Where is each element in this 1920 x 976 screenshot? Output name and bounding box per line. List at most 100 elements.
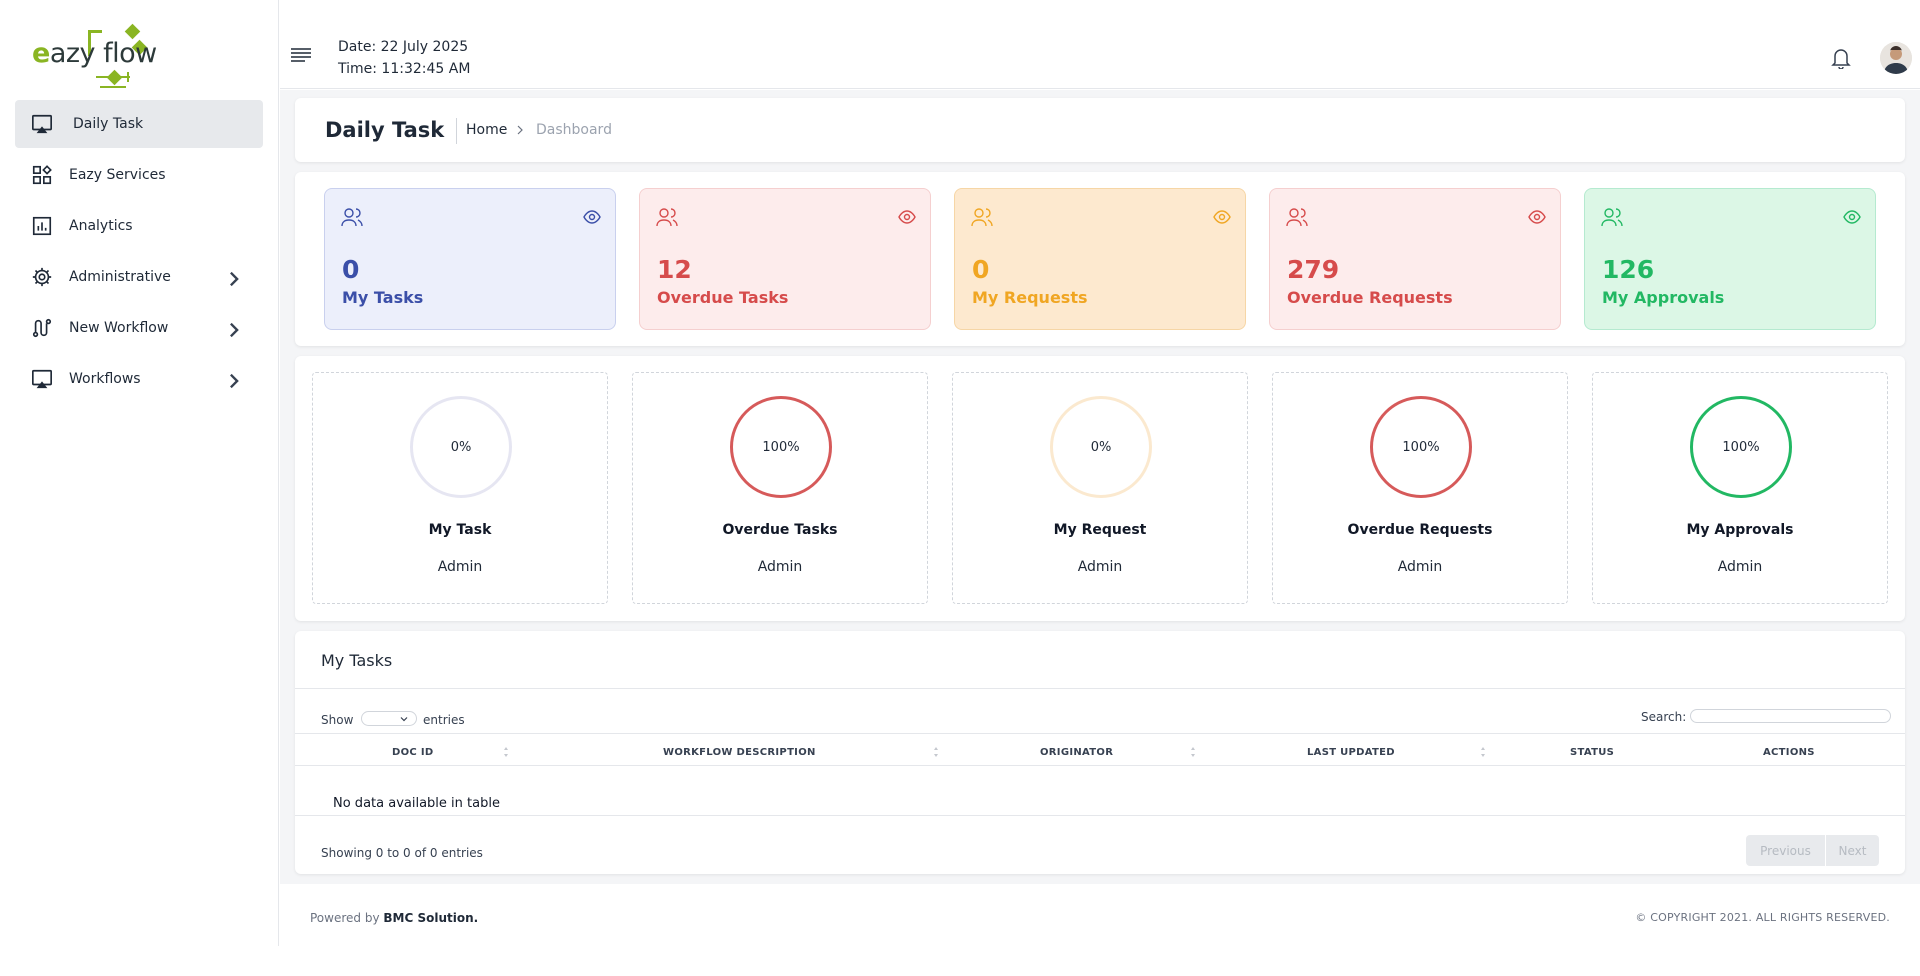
eye-icon[interactable] — [898, 209, 916, 225]
column-header-doc-id[interactable]: DOC ID — [392, 747, 433, 758]
avatar[interactable] — [1880, 42, 1912, 74]
progress-title: Overdue Requests — [1347, 522, 1493, 538]
sidebar-item-workflows[interactable]: Workflows — [15, 355, 263, 403]
show-label: Show — [321, 713, 354, 727]
progress-card-my-task: 0% My Task Admin — [312, 372, 608, 604]
progress-card-my-request: 0% My Request Admin — [952, 372, 1248, 604]
column-header-workflow-description[interactable]: WORKFLOW DESCRIPTION — [663, 747, 816, 758]
stat-label: Overdue Requests — [1287, 288, 1453, 307]
date-text: Date: 22 July 2025 — [338, 39, 469, 55]
progress-card-overdue-requests: 100% Overdue Requests Admin — [1272, 372, 1568, 604]
time-text: Time: 11:32:45 AM — [338, 61, 471, 77]
column-header-last-updated[interactable]: LAST UPDATED — [1307, 747, 1395, 758]
progress-ring: 0% — [410, 396, 512, 498]
empty-table-message: No data available in table — [333, 796, 500, 811]
stat-card-my-requests[interactable]: 0 My Requests — [954, 188, 1246, 330]
progress-owner: Admin — [757, 559, 803, 575]
sort-icon[interactable] — [1190, 745, 1196, 759]
users-icon — [1601, 208, 1623, 227]
entries-select[interactable] — [361, 711, 417, 726]
progress-card-overdue-tasks: 100% Overdue Tasks Admin — [632, 372, 928, 604]
progress-panel: 0% My Task Admin 100% Overdue Tasks Admi… — [295, 356, 1905, 621]
sidebar-item-administrative[interactable]: Administrative — [15, 253, 263, 301]
search-label: Search: — [1641, 710, 1687, 724]
stat-card-my-tasks[interactable]: 0 My Tasks — [324, 188, 616, 330]
breadcrumb-current: Dashboard — [536, 122, 612, 138]
sidebar: eazy flow Daily Task Eazy Services Analy… — [0, 0, 279, 946]
sort-icon[interactable] — [1480, 745, 1486, 759]
eye-icon[interactable] — [1528, 209, 1546, 225]
chevron-right-icon — [230, 322, 239, 338]
sidebar-item-new-workflow[interactable]: New Workflow — [15, 304, 263, 352]
sidebar-item-label: Workflows — [69, 371, 141, 387]
column-header-originator[interactable]: ORIGINATOR — [1040, 747, 1113, 758]
table-title: My Tasks — [321, 651, 393, 670]
breadcrumb-home[interactable]: Home — [466, 122, 507, 138]
progress-owner: Admin — [1077, 559, 1123, 575]
sidebar-item-analytics[interactable]: Analytics — [15, 202, 263, 250]
stat-card-overdue-requests[interactable]: 279 Overdue Requests — [1269, 188, 1561, 330]
progress-owner: Admin — [437, 559, 483, 575]
gear-icon — [32, 267, 52, 287]
date-time: Date: 22 July 2025 Time: 11:32:45 AM — [338, 36, 470, 80]
chart-icon — [32, 216, 52, 236]
sidebar-item-label: New Workflow — [69, 320, 169, 336]
users-icon — [656, 208, 678, 227]
next-button[interactable]: Next — [1825, 835, 1879, 866]
search-input[interactable] — [1690, 709, 1891, 723]
logo[interactable]: eazy flow — [30, 23, 160, 90]
page-header: Daily Task Home Dashboard — [295, 98, 1905, 162]
sort-icon[interactable] — [503, 745, 509, 759]
column-header-status[interactable]: STATUS — [1570, 747, 1614, 758]
progress-percent: 0% — [1090, 439, 1112, 455]
sidebar-item-label: Administrative — [69, 269, 171, 285]
progress-title: Overdue Tasks — [722, 522, 838, 538]
chevron-right-icon — [230, 271, 239, 287]
my-tasks-table-card: My Tasks Show entries Search: DOC ID WOR… — [295, 631, 1905, 874]
stat-card-my-approvals[interactable]: 126 My Approvals — [1584, 188, 1876, 330]
users-icon — [341, 208, 363, 227]
progress-title: My Request — [1053, 522, 1147, 538]
sidebar-item-eazy-services[interactable]: Eazy Services — [15, 151, 263, 199]
progress-title: My Task — [428, 522, 492, 538]
stat-label: My Requests — [972, 288, 1088, 307]
eye-icon[interactable] — [1843, 209, 1861, 225]
bell-icon[interactable] — [1831, 47, 1851, 69]
progress-percent: 100% — [762, 439, 800, 455]
stat-card-overdue-tasks[interactable]: 12 Overdue Tasks — [639, 188, 931, 330]
previous-button[interactable]: Previous — [1746, 835, 1825, 866]
stat-value: 0 — [342, 255, 360, 284]
sidebar-item-label: Analytics — [69, 218, 133, 234]
eye-icon[interactable] — [1213, 209, 1231, 225]
sidebar-item-label: Daily Task — [73, 116, 144, 132]
users-icon — [971, 208, 993, 227]
menu-icon[interactable] — [291, 47, 311, 63]
stat-label: Overdue Tasks — [657, 288, 789, 307]
entries-label: entries — [423, 713, 465, 727]
powered-by-brand[interactable]: BMC Solution. — [383, 911, 478, 925]
sort-icon[interactable] — [933, 745, 939, 759]
progress-title: My Approvals — [1686, 522, 1794, 538]
divider — [295, 815, 1905, 816]
progress-ring: 100% — [1690, 396, 1792, 498]
chevron-right-icon — [517, 125, 523, 135]
progress-ring: 100% — [730, 396, 832, 498]
route-icon — [32, 318, 52, 338]
sidebar-item-daily-task[interactable]: Daily Task — [15, 100, 263, 148]
breadcrumb-divider — [456, 118, 457, 144]
stat-value: 126 — [1602, 255, 1655, 284]
progress-percent: 100% — [1722, 439, 1760, 455]
footer: Powered by BMC Solution. © COPYRIGHT 202… — [280, 884, 1920, 946]
grid-icon — [32, 165, 52, 185]
stat-value: 12 — [657, 255, 692, 284]
sidebar-item-label: Eazy Services — [69, 167, 166, 183]
users-icon — [1286, 208, 1308, 227]
progress-ring: 0% — [1050, 396, 1152, 498]
column-header-actions[interactable]: ACTIONS — [1763, 747, 1815, 758]
eye-icon[interactable] — [583, 209, 601, 225]
copyright: © COPYRIGHT 2021. ALL RIGHTS RESERVED. — [1635, 911, 1890, 924]
chevron-down-icon — [400, 717, 408, 722]
chevron-right-icon — [230, 373, 239, 389]
stat-value: 0 — [972, 255, 990, 284]
stat-label: My Approvals — [1602, 288, 1725, 307]
